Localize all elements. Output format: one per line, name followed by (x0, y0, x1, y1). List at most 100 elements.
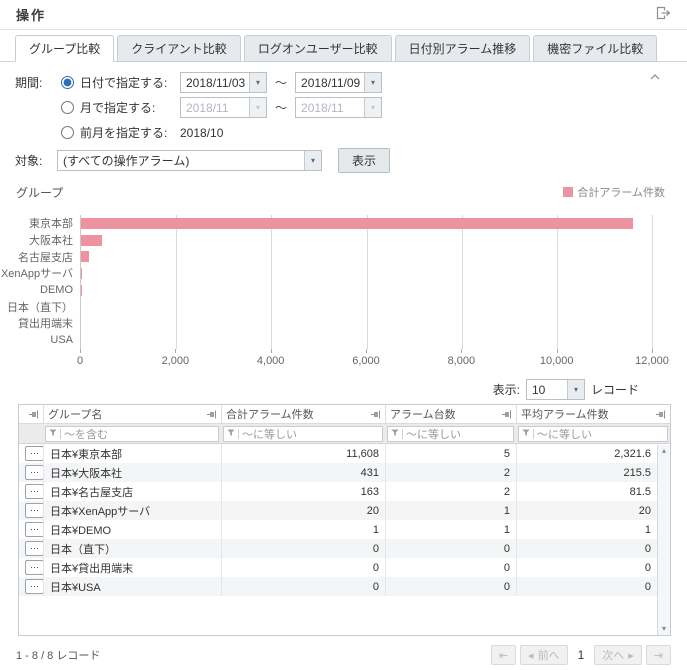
row-menu-button[interactable]: ⋯ (25, 446, 43, 461)
chart-x-axis: 0 2,000 4,000 6,000 8,000 10,000 12,000 (80, 349, 652, 371)
chevron-down-icon: ▾ (256, 103, 260, 112)
column-header-total-alarms[interactable]: 合計アラーム件数 (221, 405, 385, 423)
filter-input-group-name[interactable]: ～を含む (45, 426, 219, 442)
table-filter-row: ～を含む ～に等しい ～に等しい (19, 424, 670, 444)
table-row[interactable]: ⋯ 日本¥名古屋支店 163 2 81.5 (19, 482, 657, 501)
gridline (652, 215, 653, 349)
group-bar-chart: 東京本部 大阪本社 名古屋支店 XenAppサーバ DEMO 日本（直下） 貸出… (0, 199, 687, 349)
column-header-group-name[interactable]: グループ名 (43, 405, 221, 423)
page-size-select[interactable]: 10 ▾ (526, 379, 585, 400)
radio-previous-month[interactable] (61, 126, 74, 139)
page-size-value[interactable]: 10 (527, 380, 567, 399)
row-menu-button[interactable]: ⋯ (25, 465, 43, 480)
tab-bar: グループ比較 クライアント比較 ログオンユーザー比較 日付別アラーム推移 機密フ… (0, 30, 687, 62)
column-header-average-alarms[interactable]: 平均アラーム件数 (516, 405, 670, 423)
pin-icon[interactable] (502, 410, 512, 419)
page-size-dropdown-button[interactable]: ▾ (567, 380, 584, 399)
date-from-dropdown-button[interactable]: ▾ (249, 73, 266, 92)
cell-group-name: 日本¥XenAppサーバ (43, 501, 221, 520)
target-alarm-select[interactable]: (すべての操作アラーム) ▾ (57, 150, 322, 171)
date-range-row: 期間: 日付で指定する: 2018/11/03 ▾ ～ 2018/11/09 ▾ (15, 70, 672, 95)
filter-placeholder: ～に等しい (242, 426, 297, 442)
filter-icon[interactable] (227, 428, 235, 440)
cell-group-name: 日本¥名古屋支店 (43, 482, 221, 501)
tab-group-compare[interactable]: グループ比較 (15, 35, 114, 62)
table-row[interactable]: ⋯ 日本¥USA 0 0 0 (19, 577, 657, 596)
table-row[interactable]: ⋯ 日本¥大阪本社 431 2 215.5 (19, 463, 657, 482)
chevron-up-icon (649, 70, 661, 84)
cell-average-alarms: 215.5 (516, 463, 657, 482)
radio-specify-by-month[interactable] (61, 101, 74, 114)
cell-total-alarms: 0 (221, 577, 385, 596)
target-alarm-dropdown-button[interactable]: ▾ (304, 151, 321, 170)
x-tick: 4,000 (257, 355, 285, 367)
date-to-value[interactable]: 2018/11/09 (296, 73, 364, 92)
scroll-up-icon[interactable]: ▴ (662, 447, 666, 455)
prev-page-button[interactable]: ◂ 前へ (520, 645, 568, 665)
row-menu-button[interactable]: ⋯ (25, 560, 43, 575)
filter-input-total-alarms[interactable]: ～に等しい (223, 426, 383, 442)
category-label: DEMO (0, 282, 80, 299)
current-page-number: 1 (578, 648, 585, 662)
tab-client-compare[interactable]: クライアント比較 (117, 35, 241, 62)
range-tilde: ～ (275, 74, 287, 91)
cell-total-alarms: 0 (221, 558, 385, 577)
cell-average-alarms: 1 (516, 520, 657, 539)
chevron-down-icon: ▾ (574, 385, 578, 394)
month-to-picker: 2018/11 ▾ (295, 97, 382, 118)
cell-total-alarms: 163 (221, 482, 385, 501)
table-row[interactable]: ⋯ 日本（直下） 0 0 0 (19, 539, 657, 558)
chevron-down-icon: ▾ (371, 103, 375, 112)
radio-specify-by-date[interactable] (61, 76, 74, 89)
radio-specify-by-date-label: 日付で指定する: (80, 74, 180, 91)
table-row[interactable]: ⋯ 日本¥東京本部 11,608 5 2,321.6 (19, 444, 657, 463)
record-count-label: 1 - 8 / 8 レコード (16, 647, 100, 663)
filter-input-average-alarms[interactable]: ～に等しい (518, 426, 668, 442)
row-menu-button[interactable]: ⋯ (25, 541, 43, 556)
row-menu-button[interactable]: ⋯ (25, 484, 43, 499)
cell-average-alarms: 0 (516, 539, 657, 558)
previous-month-value: 2018/10 (180, 126, 223, 140)
filter-icon[interactable] (391, 428, 399, 440)
table-row[interactable]: ⋯ 日本¥DEMO 1 1 1 (19, 520, 657, 539)
table-scrollbar[interactable]: ▴ ▾ (657, 445, 670, 635)
first-page-button[interactable]: ⇤ (491, 645, 516, 665)
tab-logon-user-compare[interactable]: ログオンユーザー比較 (244, 35, 392, 62)
row-menu-button[interactable]: ⋯ (25, 522, 43, 537)
last-page-button[interactable]: ⇥ (646, 645, 671, 665)
show-button[interactable]: 表示 (338, 148, 390, 173)
x-tick: 2,000 (162, 355, 190, 367)
category-label: XenAppサーバ (0, 265, 80, 282)
table-row[interactable]: ⋯ 日本¥貸出用端末 0 0 0 (19, 558, 657, 577)
pin-icon[interactable] (656, 410, 666, 419)
collapse-panel-button[interactable] (649, 70, 661, 84)
export-button[interactable] (656, 6, 671, 23)
cell-average-alarms: 2,321.6 (516, 444, 657, 463)
filter-input-alarm-devices[interactable]: ～に等しい (387, 426, 514, 442)
chart-header: グループ 合計アラーム件数 (0, 173, 687, 199)
tab-alarm-trend-by-date[interactable]: 日付別アラーム推移 (395, 35, 531, 62)
date-to-dropdown-button[interactable]: ▾ (364, 73, 381, 92)
cell-group-name: 日本¥貸出用端末 (43, 558, 221, 577)
scroll-down-icon[interactable]: ▾ (662, 625, 666, 633)
category-label: 大阪本社 (0, 232, 80, 249)
target-alarm-value[interactable]: (すべての操作アラーム) (58, 151, 304, 170)
pin-icon[interactable] (207, 410, 217, 419)
next-page-button[interactable]: 次へ ▸ (594, 645, 642, 665)
column-header-alarm-devices[interactable]: アラーム台数 (385, 405, 516, 423)
filter-icon[interactable] (49, 428, 57, 440)
pin-icon[interactable] (29, 410, 39, 419)
header: 操作 (0, 0, 687, 30)
tab-confidential-file-compare[interactable]: 機密ファイル比較 (533, 35, 657, 62)
pin-icon[interactable] (371, 410, 381, 419)
radio-previous-month-label: 前月を指定する: (80, 124, 180, 141)
date-to-picker[interactable]: 2018/11/09 ▾ (295, 72, 382, 93)
filter-icon[interactable] (522, 428, 530, 440)
row-menu-button[interactable]: ⋯ (25, 579, 43, 594)
date-from-value[interactable]: 2018/11/03 (181, 73, 249, 92)
cell-average-alarms: 0 (516, 577, 657, 596)
table-row[interactable]: ⋯ 日本¥XenAppサーバ 20 1 20 (19, 501, 657, 520)
date-from-picker[interactable]: 2018/11/03 ▾ (180, 72, 267, 93)
cell-alarm-devices: 0 (385, 577, 516, 596)
row-menu-button[interactable]: ⋯ (25, 503, 43, 518)
